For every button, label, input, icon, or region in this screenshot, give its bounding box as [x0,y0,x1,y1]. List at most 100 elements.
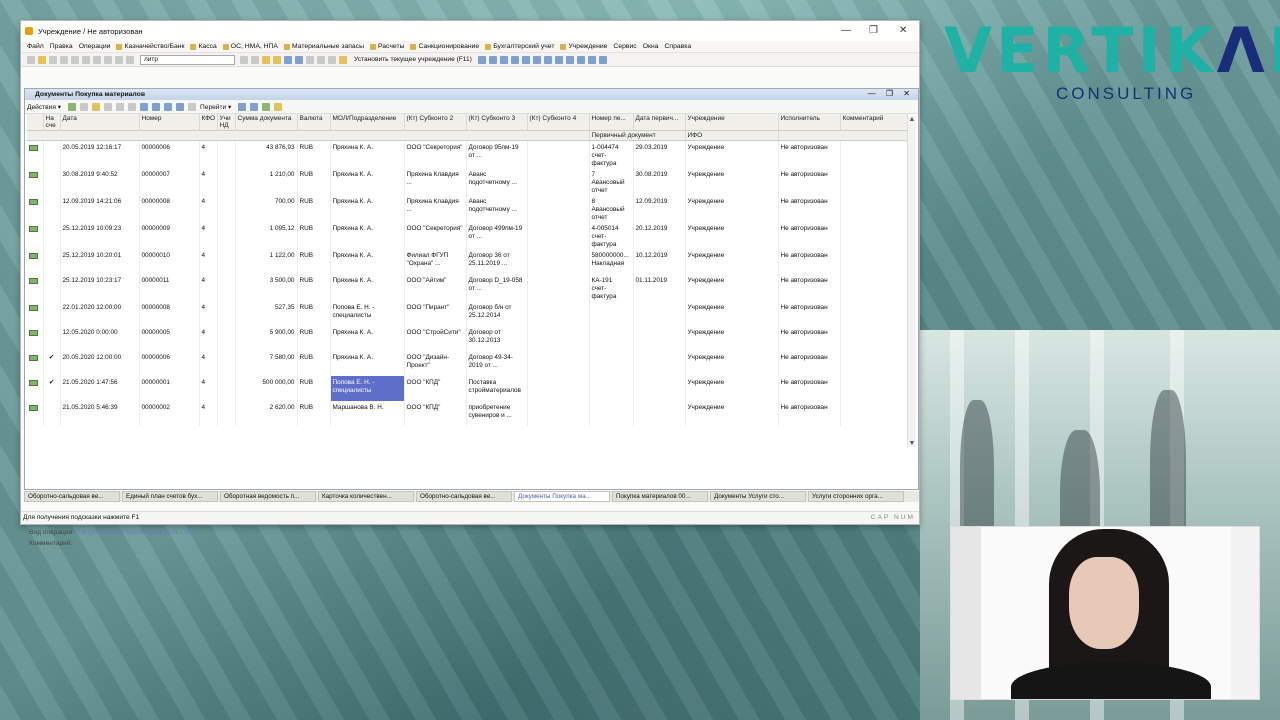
col-primary-doc[interactable]: Первичный документ [589,130,686,141]
undo-icon[interactable] [104,55,112,64]
tool-icon[interactable] [532,55,541,64]
search-input[interactable]: литр [140,54,235,65]
tool-icon[interactable] [576,55,585,64]
close-button[interactable]: ✕ [899,25,907,36]
unpost-icon[interactable] [128,102,137,111]
delete-icon[interactable] [104,102,113,111]
tool-icon[interactable] [598,55,607,64]
col-tax[interactable]: Учи НД [217,114,236,131]
save-icon[interactable] [49,55,57,64]
restore-button[interactable]: ❐ [869,25,878,36]
scroll-up-icon[interactable]: ▲ [908,116,916,123]
tool-icon[interactable] [499,55,508,64]
new-icon[interactable] [27,55,35,64]
menu-materials[interactable]: Материальные запасы [283,43,364,50]
table-row[interactable]: ✔ 21.05.2020 1:47:56 00000001 4 500 000,00 RU… [27,376,908,401]
doc-window-controls[interactable]: — ❐ ✕ [868,89,914,98]
col-ifo[interactable]: ИФО [685,130,779,141]
m-icon[interactable] [306,55,314,64]
menu-windows[interactable]: Окна [643,43,659,50]
col-date[interactable]: Дата [60,114,140,131]
col-currency[interactable]: Валюта [297,114,331,131]
menu-file[interactable]: Файл [27,43,44,50]
report-icon[interactable] [284,55,292,64]
find-next-icon[interactable] [240,55,248,64]
calculator-icon[interactable] [262,55,270,64]
set-institution-button[interactable]: Установить текущее учреждение (F11) [354,56,472,63]
window-tab[interactable]: Оборотно-сальдовая ве... [24,491,120,502]
add-icon[interactable] [68,102,77,111]
col-kfo[interactable]: КФО [199,114,218,131]
col-subconto-4[interactable]: (Кт) Субконто 4 [527,114,590,131]
menu-treasury[interactable]: Казначейство/Банк [116,43,184,50]
structure-icon[interactable] [188,102,197,111]
tool-icon[interactable] [554,55,563,64]
filter-off-icon[interactable] [152,102,161,111]
op-type-link[interactable]: Поступление от поставщика (10Х - 302) [76,529,198,536]
col-sum[interactable]: Сумма документа [235,114,298,131]
find-prev-icon[interactable] [251,55,259,64]
minimize-button[interactable]: — [841,25,851,36]
table-row[interactable]: 25.12.2019 10:23:17 00000011 4 3 500,00 RUB П… [27,274,908,301]
tool-icon[interactable] [488,55,497,64]
post-icon[interactable] [116,102,125,111]
copy-row-icon[interactable] [80,102,89,111]
sort-icon[interactable] [164,102,173,111]
menu-edit[interactable]: Правка [50,43,73,50]
help-icon[interactable] [274,102,283,111]
m-minus-icon[interactable] [328,55,336,64]
filter-icon[interactable] [140,102,149,111]
window-tab[interactable]: Услуги сторонних орга... [808,491,904,502]
copy-icon[interactable] [82,55,90,64]
col-primary-number[interactable]: Номер пе... [589,114,634,131]
col-subconto-3[interactable]: (Кт) Субконто 3 [466,114,528,131]
table-row[interactable]: 12.05.2020 0:00:00 00000005 4 5 900,00 RUB Пр… [27,326,908,351]
table-row[interactable]: 20.05.2019 12:16:17 00000006 4 43 876,93 RUB… [27,140,908,168]
tool-icon[interactable] [587,55,596,64]
cut-icon[interactable] [71,55,79,64]
table-icon[interactable] [295,55,303,64]
journal-icon[interactable] [250,102,259,111]
paste-icon[interactable] [93,55,101,64]
actions-menu[interactable]: Действия ▾ [27,103,61,111]
menu-service[interactable]: Сервис [613,43,636,50]
window-tab[interactable]: Документы Услуги сто... [710,491,806,502]
col-executor[interactable]: Исполнитель [778,114,841,131]
m-plus-icon[interactable] [317,55,325,64]
menu-institution[interactable]: Учреждение [560,43,607,50]
col-icon[interactable] [27,114,44,131]
col-primary-date[interactable]: Дата первич... [633,114,686,131]
window-tab[interactable]: Единый план счетов бух... [122,491,218,502]
calendar-icon[interactable] [273,55,281,64]
menu-operations[interactable]: Операции [79,43,111,50]
tool-icon[interactable] [510,55,519,64]
tool-icon[interactable] [477,55,486,64]
refresh-icon[interactable] [262,102,271,111]
goto-menu[interactable]: Перейти ▾ [200,103,231,111]
print-icon[interactable] [60,55,68,64]
tool-icon[interactable] [565,55,574,64]
redo-icon[interactable] [115,55,123,64]
table-row[interactable]: ✔ 20.05.2020 12:00:00 00000006 4 7 580,00 RUB… [27,351,908,376]
col-comment[interactable]: Комментарий [840,114,908,131]
menu-settlements[interactable]: Расчеты [369,43,404,50]
col-mol[interactable]: МОЛ/Подразделение [330,114,405,131]
window-tab[interactable]: Оборотно-сальдовая ве... [416,491,512,502]
col-on-account[interactable]: На сче [43,114,61,131]
table-row[interactable]: 22.01.2020 12:00:00 00000008 4 527,35 RUB Поп… [27,301,908,326]
scroll-down-icon[interactable]: ▼ [908,440,916,447]
menu-accounting[interactable]: Бухгалтерский учет [485,43,554,50]
menu-help[interactable]: Справка [665,43,692,50]
col-institution[interactable]: Учреждение [685,114,779,131]
menu-cash[interactable]: Касса [190,43,217,50]
window-tab[interactable]: Документы Покупка ма... [514,491,610,502]
table-row[interactable]: 25.12.2019 10:09:23 00000009 4 1 095,12 RUB П… [27,222,908,249]
menu-fixed-assets[interactable]: ОС, НМА, НПА [222,43,278,50]
table-row[interactable]: 25.12.2019 10:20:01 00000010 4 1 122,00 RUB П… [27,249,908,274]
tool-icon[interactable] [543,55,552,64]
table-row[interactable]: 30.08.2019 9:40:52 00000007 4 1 210,00 RUB Пр… [27,168,908,195]
movements-icon[interactable] [238,102,247,111]
open-icon[interactable] [38,55,46,64]
col-number[interactable]: Номер [139,114,200,131]
window-tab[interactable]: Оборотная ведомость п... [220,491,316,502]
